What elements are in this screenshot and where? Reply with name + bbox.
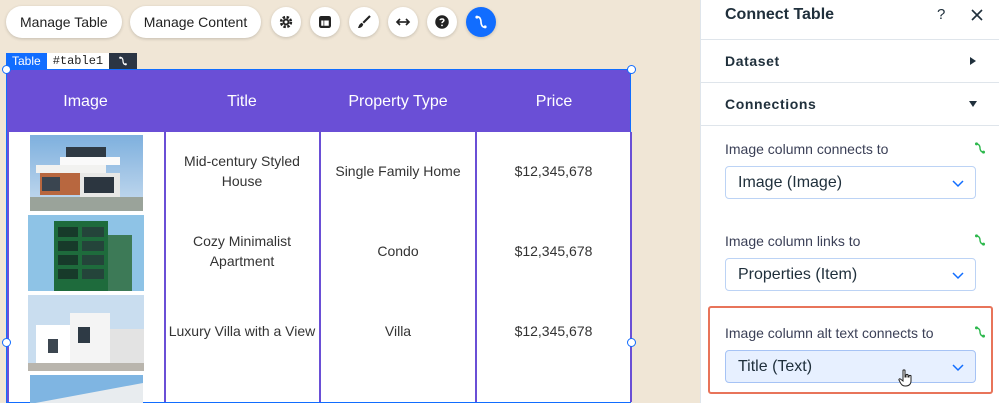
column-header-image[interactable]: Image bbox=[7, 70, 164, 132]
stretch-icon bbox=[396, 18, 411, 26]
row-image[interactable] bbox=[28, 215, 144, 291]
editor-canvas: Manage Table Manage Content Table #table… bbox=[0, 0, 700, 403]
connect-icon bbox=[119, 56, 127, 66]
table-toolbar: Manage Table Manage Content bbox=[6, 6, 505, 38]
data-table[interactable]: Image Title Property Type Price Mid-cent… bbox=[6, 69, 632, 403]
help-button[interactable] bbox=[427, 7, 458, 37]
manage-table-button[interactable]: Manage Table bbox=[6, 6, 122, 38]
design-button[interactable] bbox=[349, 7, 380, 37]
resize-handle[interactable] bbox=[2, 65, 11, 74]
dropdown-value: Properties (Item) bbox=[738, 266, 858, 283]
panel-title: Connect Table bbox=[725, 6, 835, 23]
field-label: Image column connects to bbox=[725, 141, 889, 157]
chevron-down-icon bbox=[952, 180, 964, 188]
row-price[interactable]: $12,345,678 bbox=[477, 212, 630, 290]
row-property-type[interactable]: Condo bbox=[321, 212, 475, 290]
help-icon bbox=[435, 15, 449, 29]
sky-roof-image bbox=[30, 375, 143, 403]
row-price[interactable]: $12,345,678 bbox=[477, 292, 630, 370]
modern-house-image bbox=[30, 135, 143, 211]
row-image[interactable] bbox=[28, 295, 144, 371]
column-header-price[interactable]: Price bbox=[476, 70, 632, 132]
element-type-label: Table bbox=[6, 53, 47, 69]
image-links-dropdown[interactable]: Properties (Item) bbox=[725, 258, 976, 291]
element-tag: Table #table1 bbox=[6, 53, 138, 69]
connections-section[interactable]: Connections bbox=[701, 82, 999, 124]
settings-button[interactable] bbox=[271, 7, 302, 37]
column-header-title[interactable]: Title bbox=[164, 70, 320, 132]
section-label: Connections bbox=[725, 96, 817, 112]
chevron-down-icon bbox=[952, 272, 964, 280]
row-property-type[interactable]: Villa bbox=[321, 292, 475, 370]
table-header: Image Title Property Type Price bbox=[7, 70, 630, 132]
caret-right-icon bbox=[970, 57, 976, 65]
column-header-property-type[interactable]: Property Type bbox=[320, 70, 476, 132]
connect-icon bbox=[974, 234, 986, 246]
dataset-section[interactable]: Dataset bbox=[701, 39, 999, 81]
green-tower-image bbox=[28, 215, 144, 291]
section-label: Dataset bbox=[725, 53, 780, 69]
layout-button[interactable] bbox=[310, 7, 341, 37]
row-image[interactable] bbox=[30, 375, 143, 403]
row-image[interactable] bbox=[30, 135, 143, 211]
row-title[interactable]: Mid-century Styled House bbox=[165, 132, 319, 210]
caret-down-icon bbox=[969, 101, 977, 107]
stretch-button[interactable] bbox=[388, 7, 419, 37]
column-divider bbox=[630, 132, 632, 402]
row-title[interactable]: Luxury Villa with a View bbox=[165, 292, 319, 370]
section-divider bbox=[701, 125, 999, 126]
close-icon bbox=[971, 9, 983, 21]
row-price[interactable]: $12,345,678 bbox=[477, 132, 630, 210]
row-property-type[interactable]: Single Family Home bbox=[321, 132, 475, 210]
white-villa-image bbox=[28, 295, 144, 371]
dropdown-value: Image (Image) bbox=[738, 174, 843, 191]
image-connects-dropdown[interactable]: Image (Image) bbox=[725, 166, 976, 199]
connect-icon bbox=[475, 15, 487, 29]
gear-icon bbox=[280, 15, 293, 29]
connected-badge bbox=[109, 53, 138, 69]
resize-handle[interactable] bbox=[627, 338, 636, 347]
resize-handle[interactable] bbox=[627, 65, 636, 74]
connect-data-button[interactable] bbox=[466, 7, 497, 37]
field-label: Image column links to bbox=[725, 233, 861, 249]
manage-content-button[interactable]: Manage Content bbox=[129, 6, 262, 38]
panel-help-button[interactable]: ? bbox=[937, 6, 945, 23]
connect-icon bbox=[974, 142, 986, 154]
row-title[interactable]: Cozy Minimalist Apartment bbox=[165, 212, 319, 290]
element-id-label: #table1 bbox=[46, 53, 110, 69]
brush-icon bbox=[358, 15, 371, 28]
resize-handle[interactable] bbox=[2, 338, 11, 347]
focus-highlight bbox=[708, 306, 993, 394]
column-divider bbox=[7, 132, 9, 402]
panel-close-button[interactable] bbox=[969, 6, 985, 24]
layout-icon bbox=[319, 16, 332, 28]
